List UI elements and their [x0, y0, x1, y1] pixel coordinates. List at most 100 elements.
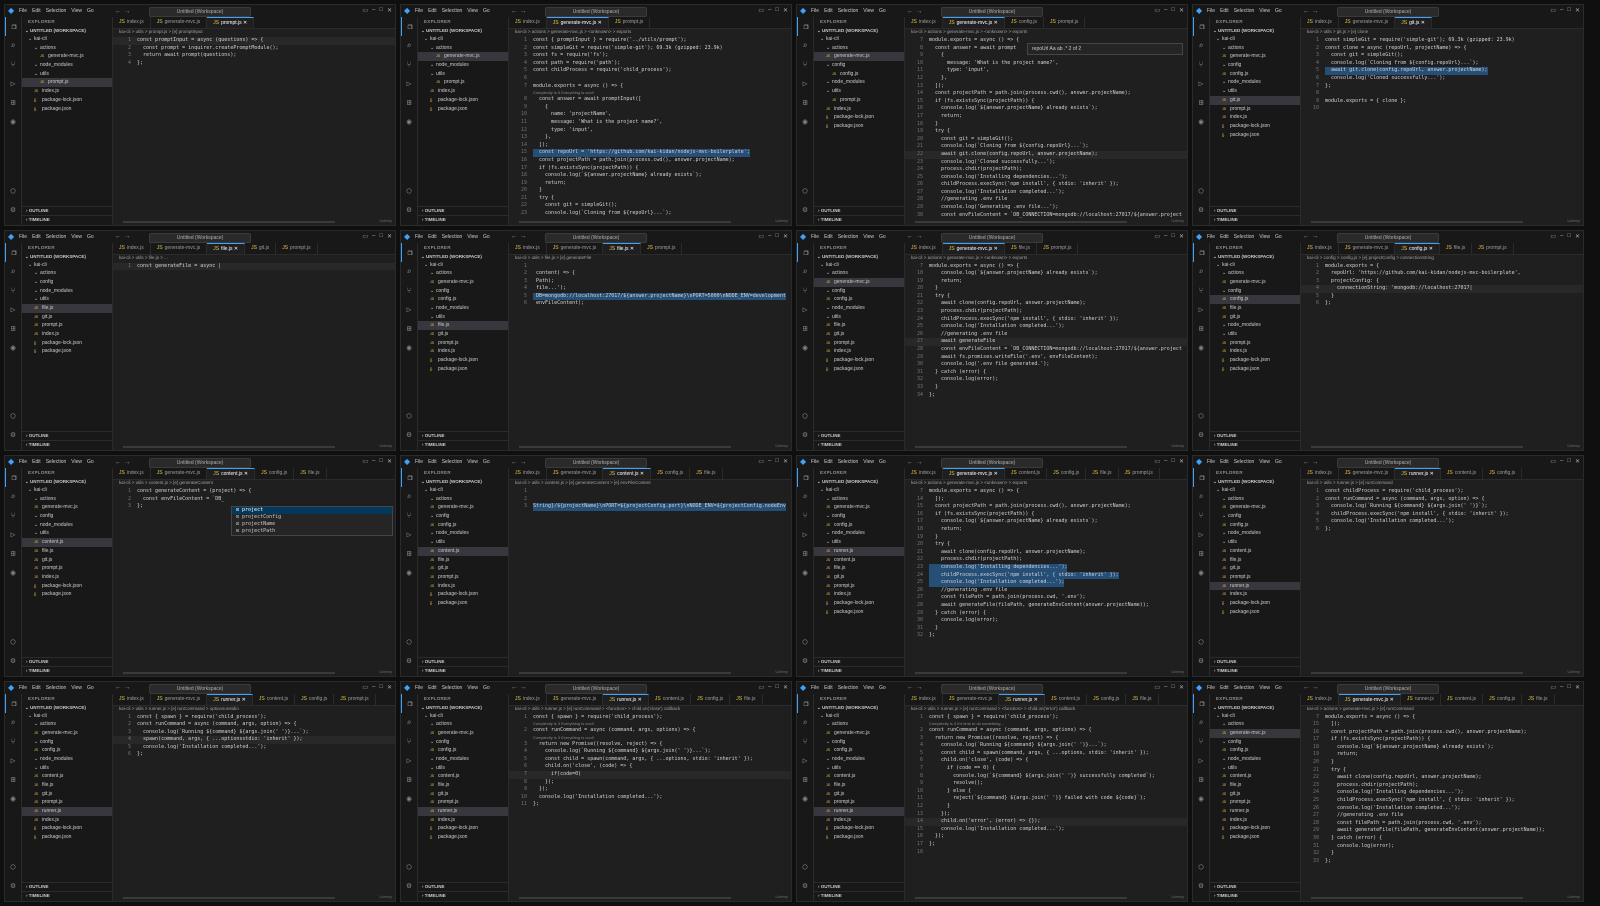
tree-item[interactable]: JS config.js [418, 521, 508, 530]
tab-config-js[interactable]: JS config.js [1483, 693, 1523, 705]
minimize-icon[interactable]: – [1164, 684, 1167, 691]
layout-icon[interactable]: ▭ [758, 458, 764, 465]
menu-selection[interactable]: Selection [442, 685, 463, 691]
extensions-icon[interactable]: ⊞ [401, 319, 417, 338]
workspace-header[interactable]: ⌄ UNTITLED (WORKSPACE) [1210, 704, 1300, 712]
menu-file[interactable]: File [811, 8, 819, 14]
menu-go[interactable]: Go [1275, 234, 1282, 240]
gear-icon[interactable]: ⚙ [401, 425, 417, 444]
code-editor[interactable]: 1 const { promptInput } = require('../uti… [509, 37, 791, 221]
maximize-icon[interactable]: □ [1171, 7, 1175, 14]
command-center[interactable]: Untitled (Workspace) [941, 683, 1043, 694]
close-tab-icon[interactable]: ✕ [1032, 697, 1038, 703]
extensions-icon[interactable]: ⊞ [5, 770, 21, 789]
command-center[interactable]: Untitled (Workspace) [545, 683, 647, 694]
menu-view[interactable]: View [467, 459, 478, 465]
remote-icon[interactable]: ◉ [1193, 789, 1209, 808]
tab-git-js[interactable]: JS git.js [245, 242, 277, 254]
search-icon[interactable]: ⌕ [1193, 713, 1209, 732]
tree-item[interactable]: JS generate-mvc.js [1210, 728, 1300, 738]
workspace-header[interactable]: ⌄ UNTITLED (WORKSPACE) [814, 27, 904, 35]
menu-selection[interactable]: Selection [838, 8, 859, 14]
timeline-section[interactable]: › TIMELINE [1210, 665, 1300, 675]
menu-selection[interactable]: Selection [46, 8, 67, 14]
menu-selection[interactable]: Selection [1234, 685, 1255, 691]
tree-item[interactable]: ⌄ kai-cli [814, 712, 904, 721]
breadcrumb[interactable]: kai-cli > utils > runner.js > [e] runCom… [1301, 480, 1583, 488]
files-icon[interactable]: ❐ [1193, 693, 1210, 713]
autocomplete-item[interactable]: ⊡ project [232, 507, 392, 514]
tree-item[interactable]: ⌄ config [1210, 287, 1300, 296]
tree-item[interactable]: ⌄ node_modules [1210, 78, 1300, 87]
tree-item[interactable]: JS config.js [22, 746, 112, 755]
menu-go[interactable]: Go [1275, 8, 1282, 14]
account-icon[interactable]: ◯ [797, 181, 813, 200]
tree-item[interactable]: JS file.js [418, 781, 508, 790]
layout-icon[interactable]: ▭ [758, 684, 764, 691]
menu-edit[interactable]: Edit [824, 459, 833, 465]
back-forward-icon[interactable]: ← → [1303, 8, 1319, 15]
tree-item[interactable]: JS prompt.js [22, 564, 112, 573]
menu-selection[interactable]: Selection [442, 459, 463, 465]
tab-file-js[interactable]: JS file.js [294, 468, 327, 479]
layout-icon[interactable]: ▭ [1154, 684, 1160, 691]
tree-item[interactable]: {} package.json [814, 833, 904, 842]
timeline-section[interactable]: › TIMELINE [814, 891, 904, 900]
tree-item[interactable]: ⌄ actions [22, 720, 112, 729]
tree-item[interactable]: ⌄ utils [418, 313, 508, 322]
outline-section[interactable]: › OUTLINE [1210, 205, 1300, 215]
tab-index-js[interactable]: JS index.js [905, 693, 943, 705]
tab-file-js[interactable]: JS file.js ✕ [207, 242, 246, 254]
tab-index-js[interactable]: JS index.js [509, 693, 547, 705]
tree-item[interactable]: ⌄ node_modules [418, 529, 508, 538]
tree-item[interactable]: ⌄ utils [1210, 538, 1300, 547]
tree-item[interactable]: ⌄ kai-cli [814, 261, 904, 270]
close-icon[interactable]: ✕ [387, 7, 392, 14]
minimize-icon[interactable]: – [1560, 7, 1563, 14]
menu-file[interactable]: File [1207, 685, 1215, 691]
source-control-icon[interactable]: ⑂ [797, 732, 813, 751]
code-editor[interactable]: 1 2 3 String}/${projectName}\nPORT=${projec… [509, 488, 791, 672]
tree-item[interactable]: ⌄ kai-cli [22, 712, 112, 721]
tab-file-js[interactable]: JS file.js [690, 468, 723, 479]
tab-git-js[interactable]: JS git.js ✕ [1395, 17, 1432, 28]
account-icon[interactable]: ◯ [401, 181, 417, 200]
tree-item[interactable]: ⌄ kai-cli [418, 486, 508, 495]
tab-index-js[interactable]: JS index.js [113, 693, 151, 705]
tree-item[interactable]: JS prompt.js [814, 339, 904, 348]
tab-index-js[interactable]: JS index.js [1301, 468, 1339, 479]
files-icon[interactable]: ❐ [5, 242, 22, 262]
tree-item[interactable]: JS runner.js [22, 807, 112, 816]
close-tab-icon[interactable]: ✕ [1388, 697, 1394, 703]
tree-item[interactable]: ⌄ config [814, 738, 904, 747]
command-center[interactable]: Untitled (Workspace) [941, 232, 1043, 243]
workspace-header[interactable]: ⌄ UNTITLED (WORKSPACE) [814, 253, 904, 261]
tab-generate-mvc-js[interactable]: JS generate-mvc.js [151, 693, 208, 705]
tree-item[interactable]: {} package-lock.json [418, 590, 508, 599]
menu-edit[interactable]: Edit [428, 234, 437, 240]
timeline-section[interactable]: › TIMELINE [22, 665, 112, 675]
timeline-section[interactable]: › TIMELINE [418, 214, 508, 224]
tree-item[interactable]: ⌄ utils [22, 529, 112, 538]
tree-item[interactable]: ⌄ kai-cli [1210, 712, 1300, 721]
command-center[interactable]: Untitled (Workspace) [1337, 683, 1439, 694]
search-icon[interactable]: ⌕ [797, 36, 813, 55]
back-forward-icon[interactable]: ← → [1303, 459, 1319, 466]
tab-config-js[interactable]: JS config.js [1005, 17, 1044, 28]
find-widget[interactable]: repoUrl Aa ab .* 2 of 2 [1027, 43, 1183, 55]
menu-edit[interactable]: Edit [1220, 234, 1229, 240]
outline-section[interactable]: › OUTLINE [418, 882, 508, 891]
layout-icon[interactable]: ▭ [1154, 7, 1160, 14]
command-center[interactable]: Untitled (Workspace) [545, 458, 647, 468]
gear-icon[interactable]: ⚙ [5, 425, 21, 444]
back-forward-icon[interactable]: ← → [907, 684, 923, 691]
code-editor[interactable]: 1 const { spawn } = require('child_proces… [113, 714, 395, 898]
minimize-icon[interactable]: – [768, 684, 771, 691]
minimize-icon[interactable]: – [1164, 233, 1167, 240]
code-editor[interactable]: 12 content) => {3 Path); 4 file...'); 5 DB… [509, 263, 791, 447]
tree-item[interactable]: ⌄ actions [1210, 495, 1300, 504]
source-control-icon[interactable]: ⑂ [1193, 281, 1209, 300]
tree-item[interactable]: JS prompt.js [418, 339, 508, 348]
tab-prompt-js[interactable]: JS prompt.js ✕ [207, 17, 255, 28]
tab-generate-mvc-js[interactable]: JS generate-mvc.js ✕ [1338, 693, 1401, 705]
